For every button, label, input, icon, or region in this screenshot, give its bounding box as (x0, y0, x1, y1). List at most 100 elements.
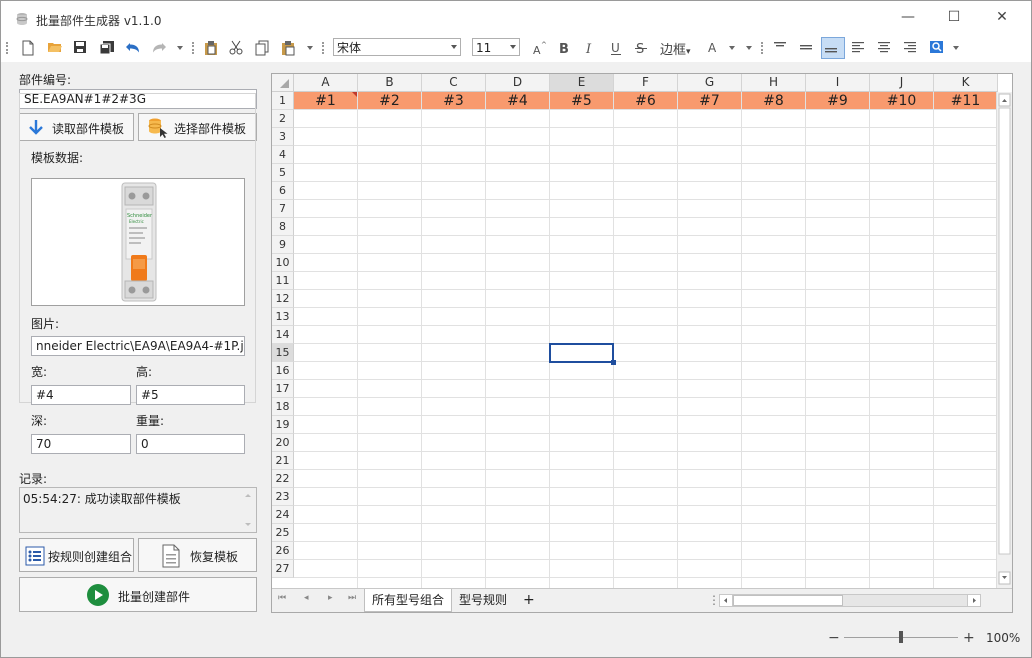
header-cell[interactable]: #3 (422, 92, 486, 110)
tab-model-rules[interactable]: 型号规则 (452, 589, 514, 611)
batch-create-button[interactable]: 批量创建部件 (19, 577, 257, 612)
align-left-icon[interactable] (849, 38, 869, 58)
next-sheet-icon[interactable]: ▸ (328, 593, 333, 603)
redo-dropdown-icon[interactable] (173, 38, 193, 58)
column-header[interactable]: A (294, 74, 358, 92)
column-header[interactable]: K (934, 74, 998, 92)
row-header[interactable]: 20 (272, 434, 294, 452)
row-header[interactable]: 3 (272, 128, 294, 146)
find-icon[interactable] (927, 38, 947, 58)
restore-template-button[interactable]: 恢复模板 (138, 538, 257, 572)
row-header[interactable]: 21 (272, 452, 294, 470)
log-textarea[interactable]: 05:54:27: 成功读取部件模板 (19, 487, 257, 533)
scroll-right-icon[interactable] (967, 595, 980, 606)
column-header[interactable]: B (358, 74, 422, 92)
italic-icon[interactable]: I (581, 38, 601, 58)
cell-grid[interactable]: #1 #2 #3 #4 #5 #6 #7 #8 #9 #10 #11 (294, 92, 998, 588)
column-header[interactable]: H (742, 74, 806, 92)
paste-icon[interactable] (279, 38, 299, 58)
align-top-icon[interactable] (771, 38, 791, 58)
paste-special-icon[interactable] (202, 38, 222, 58)
font-size-select[interactable]: 11 (472, 38, 520, 56)
create-by-rule-button[interactable]: 按规则创建组合 (19, 538, 134, 572)
cut-icon[interactable] (227, 38, 247, 58)
width-input[interactable]: #4 (31, 385, 131, 405)
copy-icon[interactable] (253, 38, 273, 58)
align-middle-icon[interactable] (797, 38, 817, 58)
header-cell[interactable]: #4 (486, 92, 550, 110)
save-icon[interactable] (71, 38, 91, 58)
border-button[interactable]: 边框▾ (660, 39, 691, 58)
row-header[interactable]: 26 (272, 542, 294, 560)
row-header[interactable]: 5 (272, 164, 294, 182)
row-header[interactable]: 8 (272, 218, 294, 236)
header-cell[interactable]: #8 (742, 92, 806, 110)
row-header[interactable]: 15 (272, 344, 294, 362)
spreadsheet[interactable]: ABCDEFGHIJK 1 2 3 4 5 6 7 8 9 10 11 12 13 14 15 16 17 18 1… (271, 73, 1013, 613)
last-sheet-icon[interactable]: ⏭ (348, 593, 356, 603)
paste-dropdown-icon[interactable] (303, 38, 323, 58)
row-header[interactable]: 23 (272, 488, 294, 506)
row-header[interactable]: 11 (272, 272, 294, 290)
open-folder-icon[interactable] (45, 38, 65, 58)
zoom-slider-thumb[interactable] (899, 631, 903, 643)
add-sheet-button[interactable]: + (516, 589, 542, 611)
header-cell[interactable]: #1 (294, 92, 358, 110)
row-header[interactable]: 7 (272, 200, 294, 218)
row-header[interactable]: 22 (272, 470, 294, 488)
first-sheet-icon[interactable]: ⏮ (278, 593, 286, 603)
align-right-icon[interactable] (901, 38, 921, 58)
column-header[interactable]: G (678, 74, 742, 92)
row-header[interactable]: 10 (272, 254, 294, 272)
align-bottom-icon[interactable] (821, 37, 845, 59)
row-header[interactable]: 17 (272, 380, 294, 398)
column-header[interactable]: E (550, 74, 614, 92)
row-header[interactable]: 2 (272, 110, 294, 128)
header-cell[interactable]: #6 (614, 92, 678, 110)
font-name-select[interactable]: 宋体 (333, 38, 461, 56)
row-header[interactable]: 14 (272, 326, 294, 344)
log-scrollbar[interactable] (240, 488, 256, 532)
weight-input[interactable]: 0 (136, 434, 245, 454)
row-header[interactable]: 9 (272, 236, 294, 254)
tab-all-model-combos[interactable]: 所有型号组合 (364, 589, 453, 612)
zoom-out-button[interactable]: − (828, 630, 840, 646)
underline-icon[interactable]: U (607, 38, 627, 58)
find-dropdown-icon[interactable] (949, 38, 969, 58)
maximize-button[interactable]: ☐ (931, 1, 977, 34)
row-header[interactable]: 6 (272, 182, 294, 200)
header-cell[interactable]: #10 (870, 92, 934, 110)
header-cell[interactable]: #11 (934, 92, 998, 110)
row-header[interactable]: 16 (272, 362, 294, 380)
row-header[interactable]: 13 (272, 308, 294, 326)
font-color-icon[interactable]: A (704, 38, 724, 58)
row-header[interactable]: 12 (272, 290, 294, 308)
close-button[interactable]: ✕ (979, 1, 1025, 34)
row-header[interactable]: 24 (272, 506, 294, 524)
image-path-input[interactable]: nneider Electric\EA9A\EA9A4-#1P.jpg (31, 336, 245, 356)
select-all-corner[interactable] (272, 74, 294, 92)
increase-font-icon[interactable]: A ^ (529, 38, 549, 58)
header-cell[interactable]: #7 (678, 92, 742, 110)
depth-input[interactable]: 70 (31, 434, 131, 454)
undo-icon[interactable] (123, 38, 143, 58)
align-center-icon[interactable] (875, 38, 895, 58)
scroll-left-icon[interactable] (720, 595, 733, 606)
header-cell[interactable]: #2 (358, 92, 422, 110)
sheet-vertical-scrollbar[interactable] (996, 92, 1012, 588)
fill-color-dropdown-icon[interactable] (742, 38, 762, 58)
fill-handle[interactable] (611, 360, 616, 365)
row-header[interactable]: 1 (272, 92, 294, 110)
column-header[interactable]: F (614, 74, 678, 92)
minimize-button[interactable]: — (885, 1, 931, 34)
column-header[interactable]: C (422, 74, 486, 92)
row-header[interactable]: 4 (272, 146, 294, 164)
row-header[interactable]: 19 (272, 416, 294, 434)
zoom-in-button[interactable]: + (963, 630, 975, 646)
hscroll-thumb[interactable] (733, 595, 843, 606)
sheet-horizontal-scrollbar[interactable] (719, 594, 981, 607)
row-header[interactable]: 18 (272, 398, 294, 416)
column-header[interactable]: D (486, 74, 550, 92)
column-header[interactable]: J (870, 74, 934, 92)
strikethrough-icon[interactable]: S (632, 38, 652, 58)
